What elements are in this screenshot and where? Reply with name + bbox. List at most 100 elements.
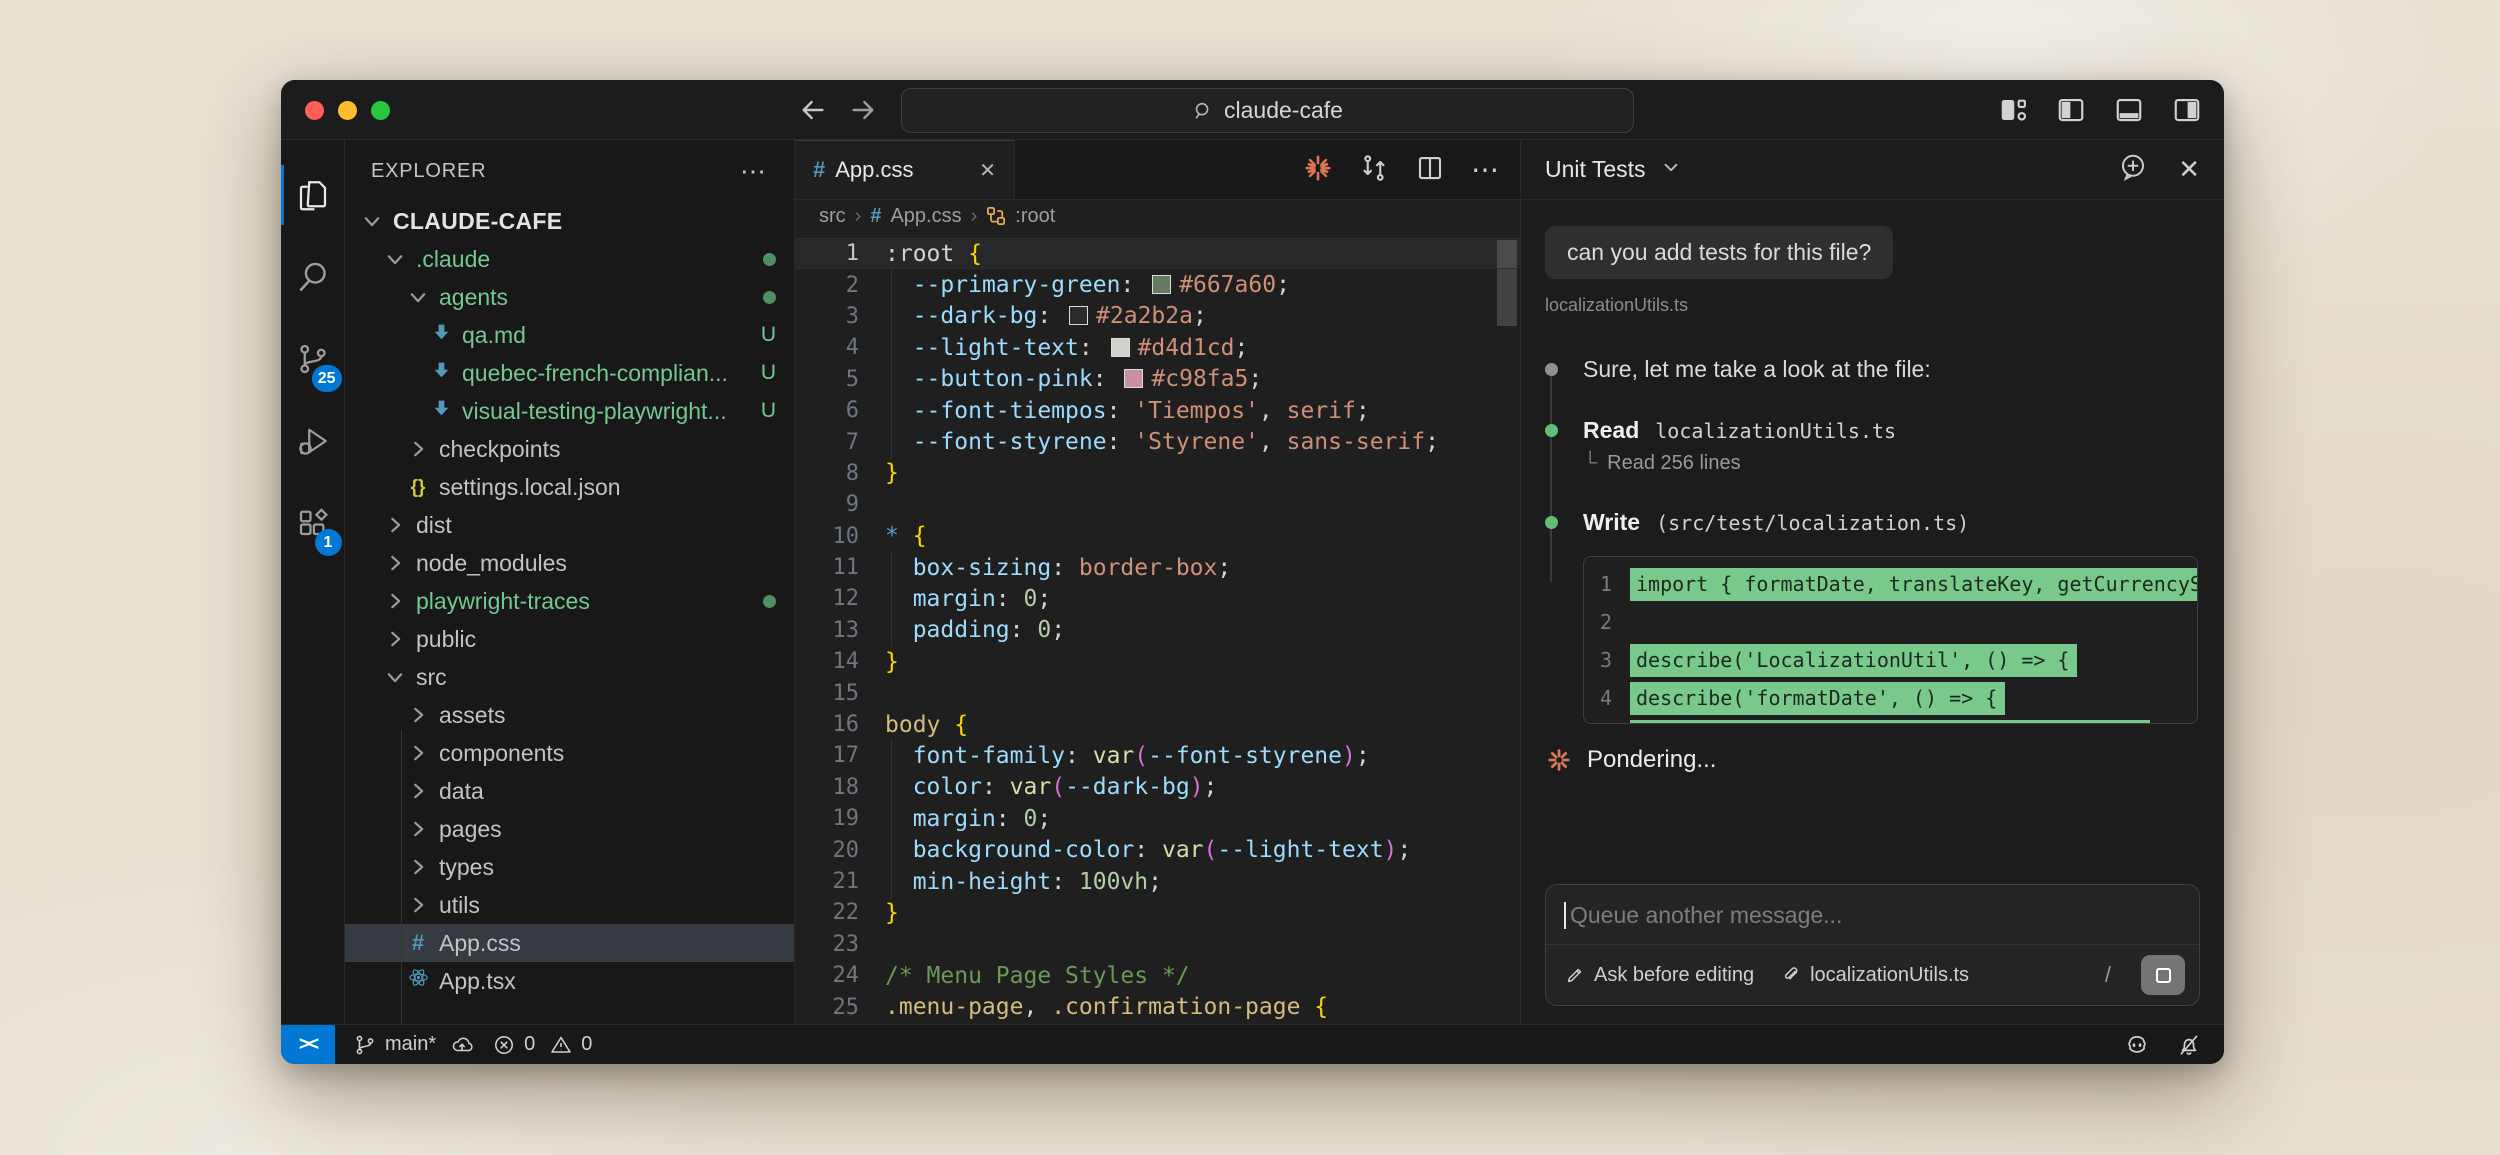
remote-indicator[interactable]: >< [281,1025,335,1064]
code-text: margin: 0; [859,586,1051,612]
tree-item-label: playwright-traces [416,588,590,615]
explorer-title: EXPLORER [371,160,486,183]
tree-item-utils[interactable]: utils [345,886,794,924]
chevron-collapsed-icon [405,740,431,766]
diff-added-text: import { formatDate, translateKey, getCu… [1630,568,2197,601]
code-text: * { [859,523,927,549]
chevron-down-icon[interactable] [1660,156,1682,183]
line-number: 4 [795,335,859,360]
new-chat-icon[interactable] [2118,152,2148,187]
tree-item-public[interactable]: public [345,620,794,658]
zoom-window-button[interactable] [371,101,390,120]
line-number: 1 [795,241,859,266]
chevron-expanded-icon [405,284,431,310]
minimize-window-button[interactable] [338,101,357,120]
close-window-button[interactable] [305,101,324,120]
color-swatch[interactable] [1124,369,1143,388]
toggle-secondary-sidebar-icon[interactable] [2172,95,2202,125]
copilot-icon[interactable] [2124,1032,2150,1058]
tab-app-css[interactable]: # App.css ✕ [795,140,1015,199]
breadcrumb-src[interactable]: src [819,205,846,228]
tree-item-label: node_modules [416,550,567,577]
tree-item-pages[interactable]: pages [345,810,794,848]
toggle-panel-icon[interactable] [2114,95,2144,125]
breadcrumb-symbol[interactable]: :root [1015,205,1055,228]
tree-item-playwright-traces[interactable]: playwright-traces [345,582,794,620]
stop-icon [2156,968,2171,983]
explorer-more-actions-icon[interactable]: ⋯ [740,156,768,187]
code-line: 5 --button-pink: #c98fa5; [795,364,1520,395]
activity-item-source-control[interactable]: 25 [281,318,345,400]
write-tool-step: Write (src/test/localization.ts) [1583,509,2200,536]
tree-item-label: App.css [439,930,521,957]
chat-input-box[interactable]: Queue another message... Ask before edit… [1545,884,2200,1006]
activity-item-run-debug[interactable] [281,400,345,482]
tree-item-qa-md[interactable]: qa.mdU [345,316,794,354]
line-number: 12 [795,586,859,611]
tree-item-quebec-french-complian-[interactable]: quebec-french-complian...U [345,354,794,392]
chat-input[interactable]: Queue another message... [1546,885,2199,945]
tree-item-types[interactable]: types [345,848,794,886]
activity-item-explorer[interactable] [281,154,345,236]
color-swatch[interactable] [1152,275,1171,294]
code-text: --primary-green: #667a60; [859,272,1290,298]
compare-changes-icon[interactable] [1359,153,1389,188]
breadcrumb-file[interactable]: App.css [890,205,961,228]
color-swatch[interactable] [1111,338,1130,357]
sync-publish-icon[interactable] [450,1033,474,1057]
notifications-muted-icon[interactable] [2176,1032,2202,1058]
attached-file-chip[interactable]: localizationUtils.ts [1780,964,1969,987]
unit-tests-panel: Unit Tests ✕ can you add tests for this … [1520,140,2224,1024]
editor-more-actions-icon[interactable]: ⋯ [1471,160,1500,180]
diff-added-text: describe('LocalizationUtil', () => { [1630,644,2077,677]
tree-item-app-tsx[interactable]: App.tsx [345,962,794,1000]
panel-header: Unit Tests ✕ [1521,140,2224,200]
diff-line: 1import { formatDate, translateKey, getC… [1584,565,2197,603]
tree-item-claude-cafe[interactable]: CLAUDE-CAFE [345,202,794,240]
activity-item-extensions[interactable]: 1 [281,482,345,564]
tree-item-agents[interactable]: agents [345,278,794,316]
tree-item-visual-testing-playwright-[interactable]: visual-testing-playwright...U [345,392,794,430]
context-file-label: localizationUtils.ts [1545,295,2200,316]
claude-code-icon[interactable] [1303,153,1333,188]
traffic-lights [305,101,390,120]
tree-item-components[interactable]: components [345,734,794,772]
problems-status[interactable]: 0 0 [492,1033,592,1057]
tree-item-label: quebec-french-complian... [462,360,728,387]
code-editor[interactable]: 1:root {2 --primary-green: #667a60;3 --d… [795,232,1520,1024]
tree-item-checkpoints[interactable]: checkpoints [345,430,794,468]
line-number: 10 [795,524,859,549]
chevron-collapsed-icon [382,550,408,576]
customize-layout-icon[interactable] [1998,95,2028,125]
code-text: background-color: var(--light-text); [859,837,1411,863]
tool-name: Read [1583,417,1639,444]
activity-item-search[interactable] [281,236,345,318]
forward-arrow-icon[interactable] [847,94,879,126]
line-number: 16 [795,712,859,737]
tree-item-data[interactable]: data [345,772,794,810]
back-arrow-icon[interactable] [797,94,829,126]
tree-item-app-css[interactable]: #App.css [345,924,794,962]
tree-item-node-modules[interactable]: node_modules [345,544,794,582]
close-tab-icon[interactable]: ✕ [979,158,996,183]
close-panel-icon[interactable]: ✕ [2178,154,2200,185]
slash-command-hint[interactable]: / [2105,962,2129,988]
tree-item-src[interactable]: src [345,658,794,696]
tree-item-label: dist [416,512,452,539]
toggle-primary-sidebar-icon[interactable] [2056,95,2086,125]
code-line: 22} [795,897,1520,928]
stop-button[interactable] [2141,955,2185,995]
tree-item-label: src [416,664,447,691]
breadcrumb[interactable]: src › # App.css › :root [795,200,1520,232]
tree-item--claude[interactable]: .claude [345,240,794,278]
tree-item-assets[interactable]: assets [345,696,794,734]
tree-item-dist[interactable]: dist [345,506,794,544]
tree-item-settings-local-json[interactable]: {}settings.local.json [345,468,794,506]
command-center-search[interactable]: claude-cafe [901,88,1634,133]
step-bullet-icon [1545,516,1558,529]
git-branch-status[interactable]: main* [353,1033,474,1057]
color-swatch[interactable] [1069,306,1088,325]
split-editor-icon[interactable] [1415,153,1445,188]
edit-mode-selector[interactable]: Ask before editing [1564,964,1754,987]
error-count: 0 [524,1033,535,1056]
